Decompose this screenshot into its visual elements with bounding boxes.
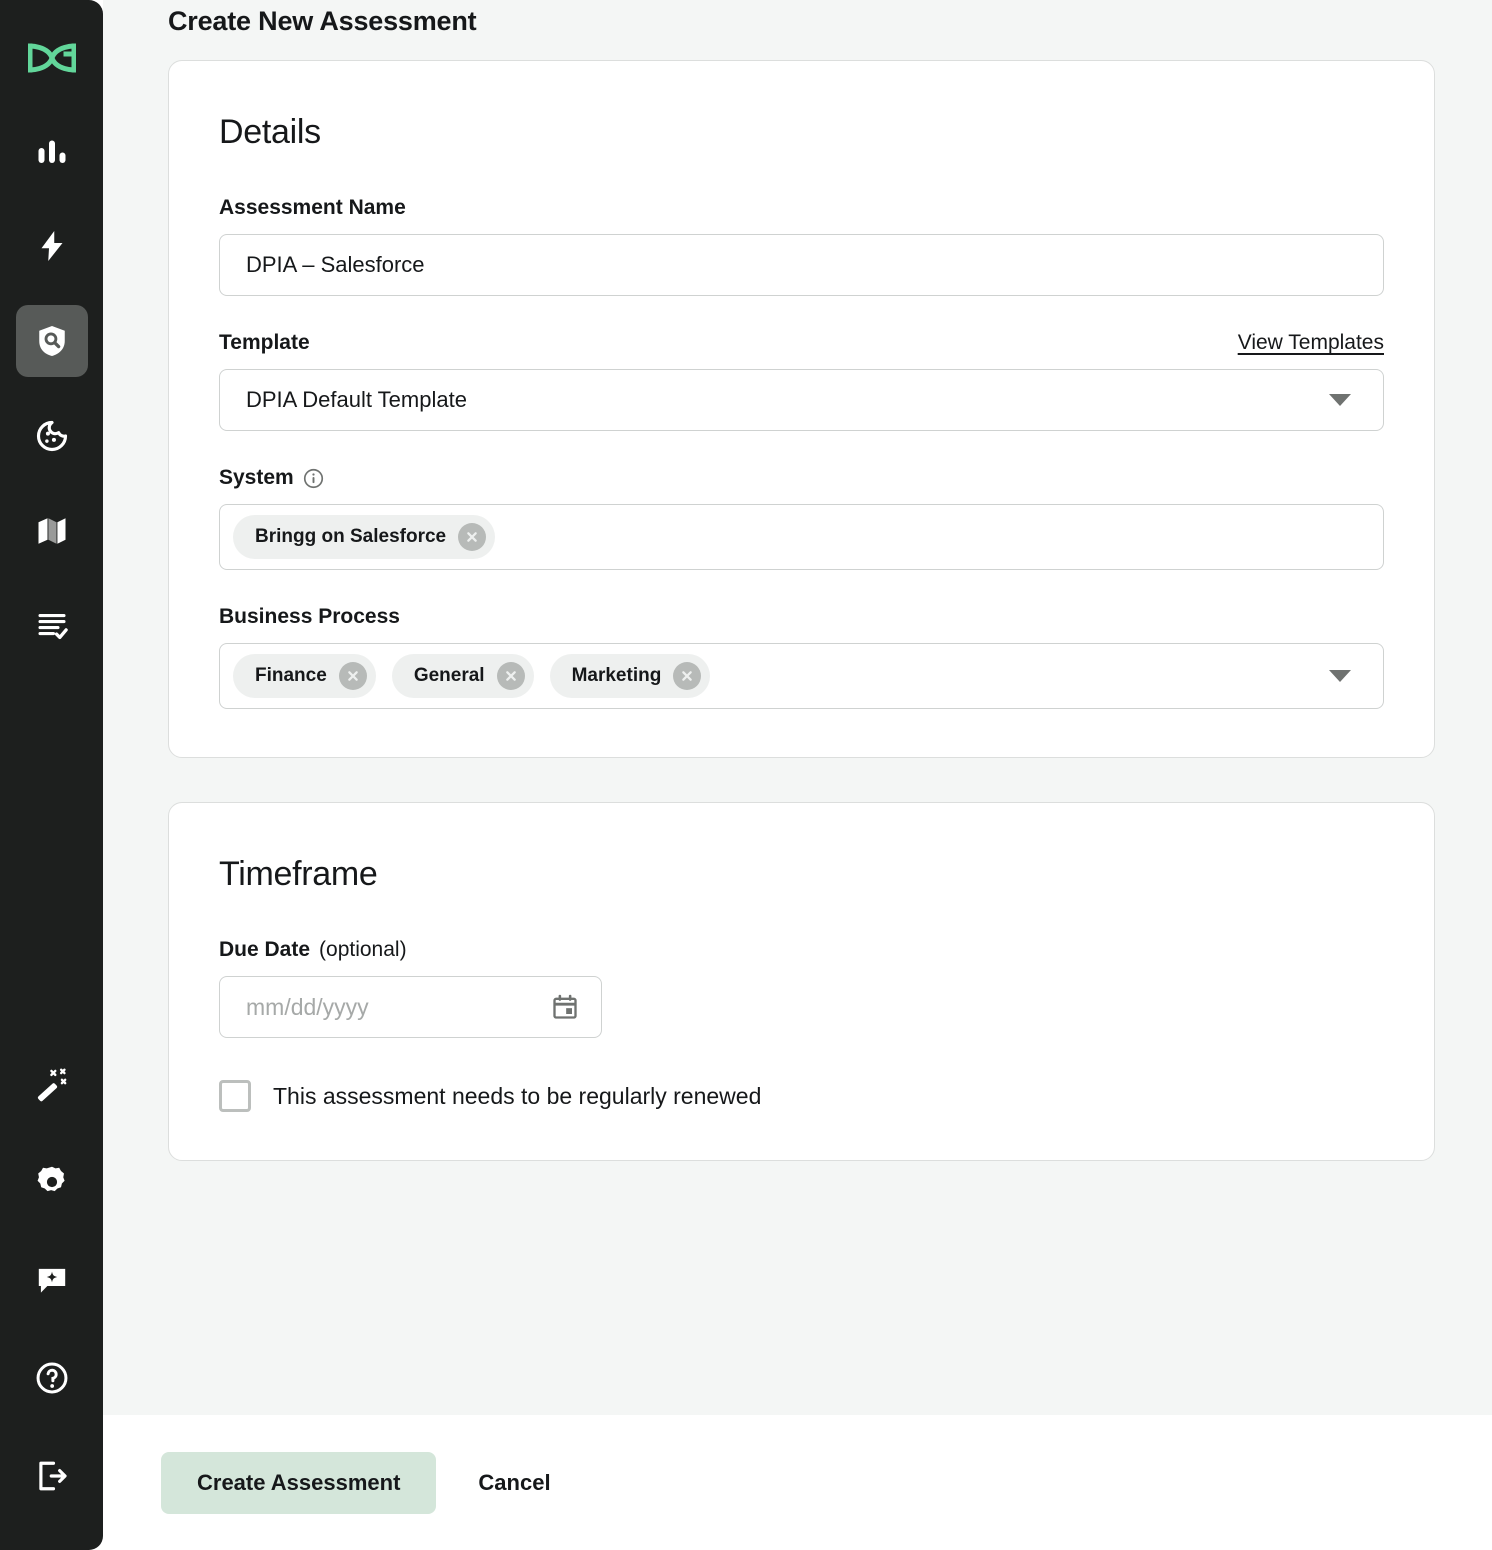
assessment-name-value: DPIA – Salesforce — [246, 252, 425, 277]
template-label: Template — [219, 331, 310, 354]
sidebar-primary-nav — [15, 115, 88, 662]
magic-wand-icon — [37, 1068, 66, 1102]
due-date-input[interactable]: mm/dd/yyyy — [219, 976, 602, 1038]
brand-logo[interactable] — [27, 0, 76, 115]
document-check-icon — [38, 614, 68, 640]
field-system: System Bringg on Salesforce — [219, 466, 1384, 570]
form-footer: Create Assessment Cancel — [103, 1415, 1492, 1550]
renew-checkbox-label: This assessment needs to be regularly re… — [273, 1082, 762, 1109]
logout-icon — [38, 1461, 67, 1491]
sidebar-item-map[interactable] — [16, 495, 88, 567]
details-card: Details Assessment Name DPIA – Salesforc… — [168, 60, 1435, 758]
details-heading: Details — [219, 113, 321, 151]
field-template: Template View Templates DPIA Default Tem… — [219, 331, 1384, 431]
renew-checkbox-row: This assessment needs to be regularly re… — [219, 1080, 1384, 1112]
chip[interactable]: Finance — [233, 654, 376, 698]
sidebar-item-help[interactable] — [16, 1342, 88, 1414]
sidebar-item-cookies[interactable] — [16, 400, 88, 472]
sidebar-item-ai-chat[interactable] — [16, 1244, 88, 1316]
chip[interactable]: General — [391, 654, 534, 698]
sidebar-item-settings[interactable] — [16, 1146, 88, 1218]
close-glyph — [682, 671, 693, 681]
chevron-down-icon — [1329, 670, 1351, 682]
system-chips-list: Bringg on Salesforce — [233, 515, 496, 559]
close-glyph — [505, 671, 516, 681]
close-glyph — [467, 532, 477, 542]
due-date-label-text: Due Date — [219, 938, 311, 961]
business-process-chips-list: Finance General Marketing — [233, 654, 711, 698]
field-assessment-name: Assessment Name DPIA – Salesforce — [219, 196, 1384, 296]
close-icon[interactable] — [458, 523, 487, 551]
cookie-icon — [36, 420, 67, 452]
view-templates-link[interactable]: View Templates — [1238, 331, 1384, 355]
due-date-placeholder: mm/dd/yyyy — [246, 993, 369, 1020]
calendar-icon[interactable] — [551, 993, 579, 1021]
help-circle-icon — [36, 1362, 67, 1394]
sidebar-item-records[interactable] — [16, 590, 88, 662]
due-date-label-row: Due Date (optional) — [219, 938, 1384, 962]
system-chips-input[interactable]: Bringg on Salesforce — [219, 504, 1384, 570]
brand-logo-icon — [27, 42, 76, 73]
close-icon[interactable] — [673, 662, 702, 690]
app-sidebar — [0, 0, 103, 1550]
main-content: Create New Assessment Details Assessment… — [103, 0, 1492, 1550]
chat-sparkle-icon — [38, 1268, 65, 1293]
timeframe-card: Timeframe Due Date (optional) mm/dd/yyyy — [168, 802, 1435, 1161]
field-business-process: Business Process Finance General Marketi… — [219, 605, 1384, 709]
bar-chart-icon — [38, 140, 65, 163]
system-label: System — [219, 466, 324, 490]
business-process-label: Business Process — [219, 605, 400, 628]
close-icon[interactable] — [338, 662, 367, 690]
chip[interactable]: Bringg on Salesforce — [233, 515, 496, 559]
close-icon[interactable] — [496, 662, 525, 690]
create-assessment-button[interactable]: Create Assessment — [161, 1451, 437, 1514]
field-due-date: Due Date (optional) mm/dd/yyyy — [219, 938, 1384, 1038]
sidebar-item-magic-tools[interactable] — [16, 1048, 88, 1120]
form-scroll-area[interactable]: Create New Assessment Details Assessment… — [103, 0, 1492, 1415]
assessment-name-input[interactable]: DPIA – Salesforce — [219, 234, 1384, 296]
sidebar-item-assessments[interactable] — [15, 305, 88, 377]
template-label-row: Template View Templates — [219, 331, 1384, 355]
template-selected-value: DPIA Default Template — [246, 387, 467, 412]
map-icon — [38, 518, 65, 544]
template-select[interactable]: DPIA Default Template — [219, 369, 1384, 431]
page-title: Create New Assessment — [168, 6, 477, 36]
due-date-optional-text: (optional) — [319, 938, 407, 961]
close-glyph — [348, 671, 358, 681]
cancel-button[interactable]: Cancel — [472, 1470, 556, 1496]
business-process-chips-input[interactable]: Finance General Marketing — [219, 643, 1384, 709]
chip-label: Bringg on Salesforce — [255, 526, 447, 547]
info-circle-icon[interactable] — [303, 468, 324, 489]
system-label-text: System — [219, 466, 294, 489]
due-date-label: Due Date (optional) — [219, 938, 407, 962]
sidebar-item-logout[interactable] — [16, 1440, 88, 1512]
assessment-name-label: Assessment Name — [219, 196, 406, 219]
chip[interactable]: Marketing — [549, 654, 711, 698]
timeframe-heading: Timeframe — [219, 855, 378, 893]
system-label-row: System — [219, 466, 1384, 490]
sidebar-secondary-nav — [16, 1048, 88, 1512]
chip-label: Finance — [255, 665, 327, 686]
chip-label: General — [413, 665, 485, 686]
lightning-bolt-icon — [41, 231, 62, 261]
renew-checkbox[interactable] — [219, 1080, 251, 1112]
sidebar-item-bar-chart[interactable] — [16, 115, 88, 187]
business-process-label-row: Business Process — [219, 605, 1384, 629]
chevron-down-icon — [1329, 394, 1351, 406]
sidebar-item-automation[interactable] — [16, 210, 88, 282]
assessment-name-label-row: Assessment Name — [219, 196, 1384, 220]
chip-label: Marketing — [571, 665, 662, 686]
shield-search-icon — [38, 326, 65, 356]
gear-icon — [37, 1166, 65, 1192]
